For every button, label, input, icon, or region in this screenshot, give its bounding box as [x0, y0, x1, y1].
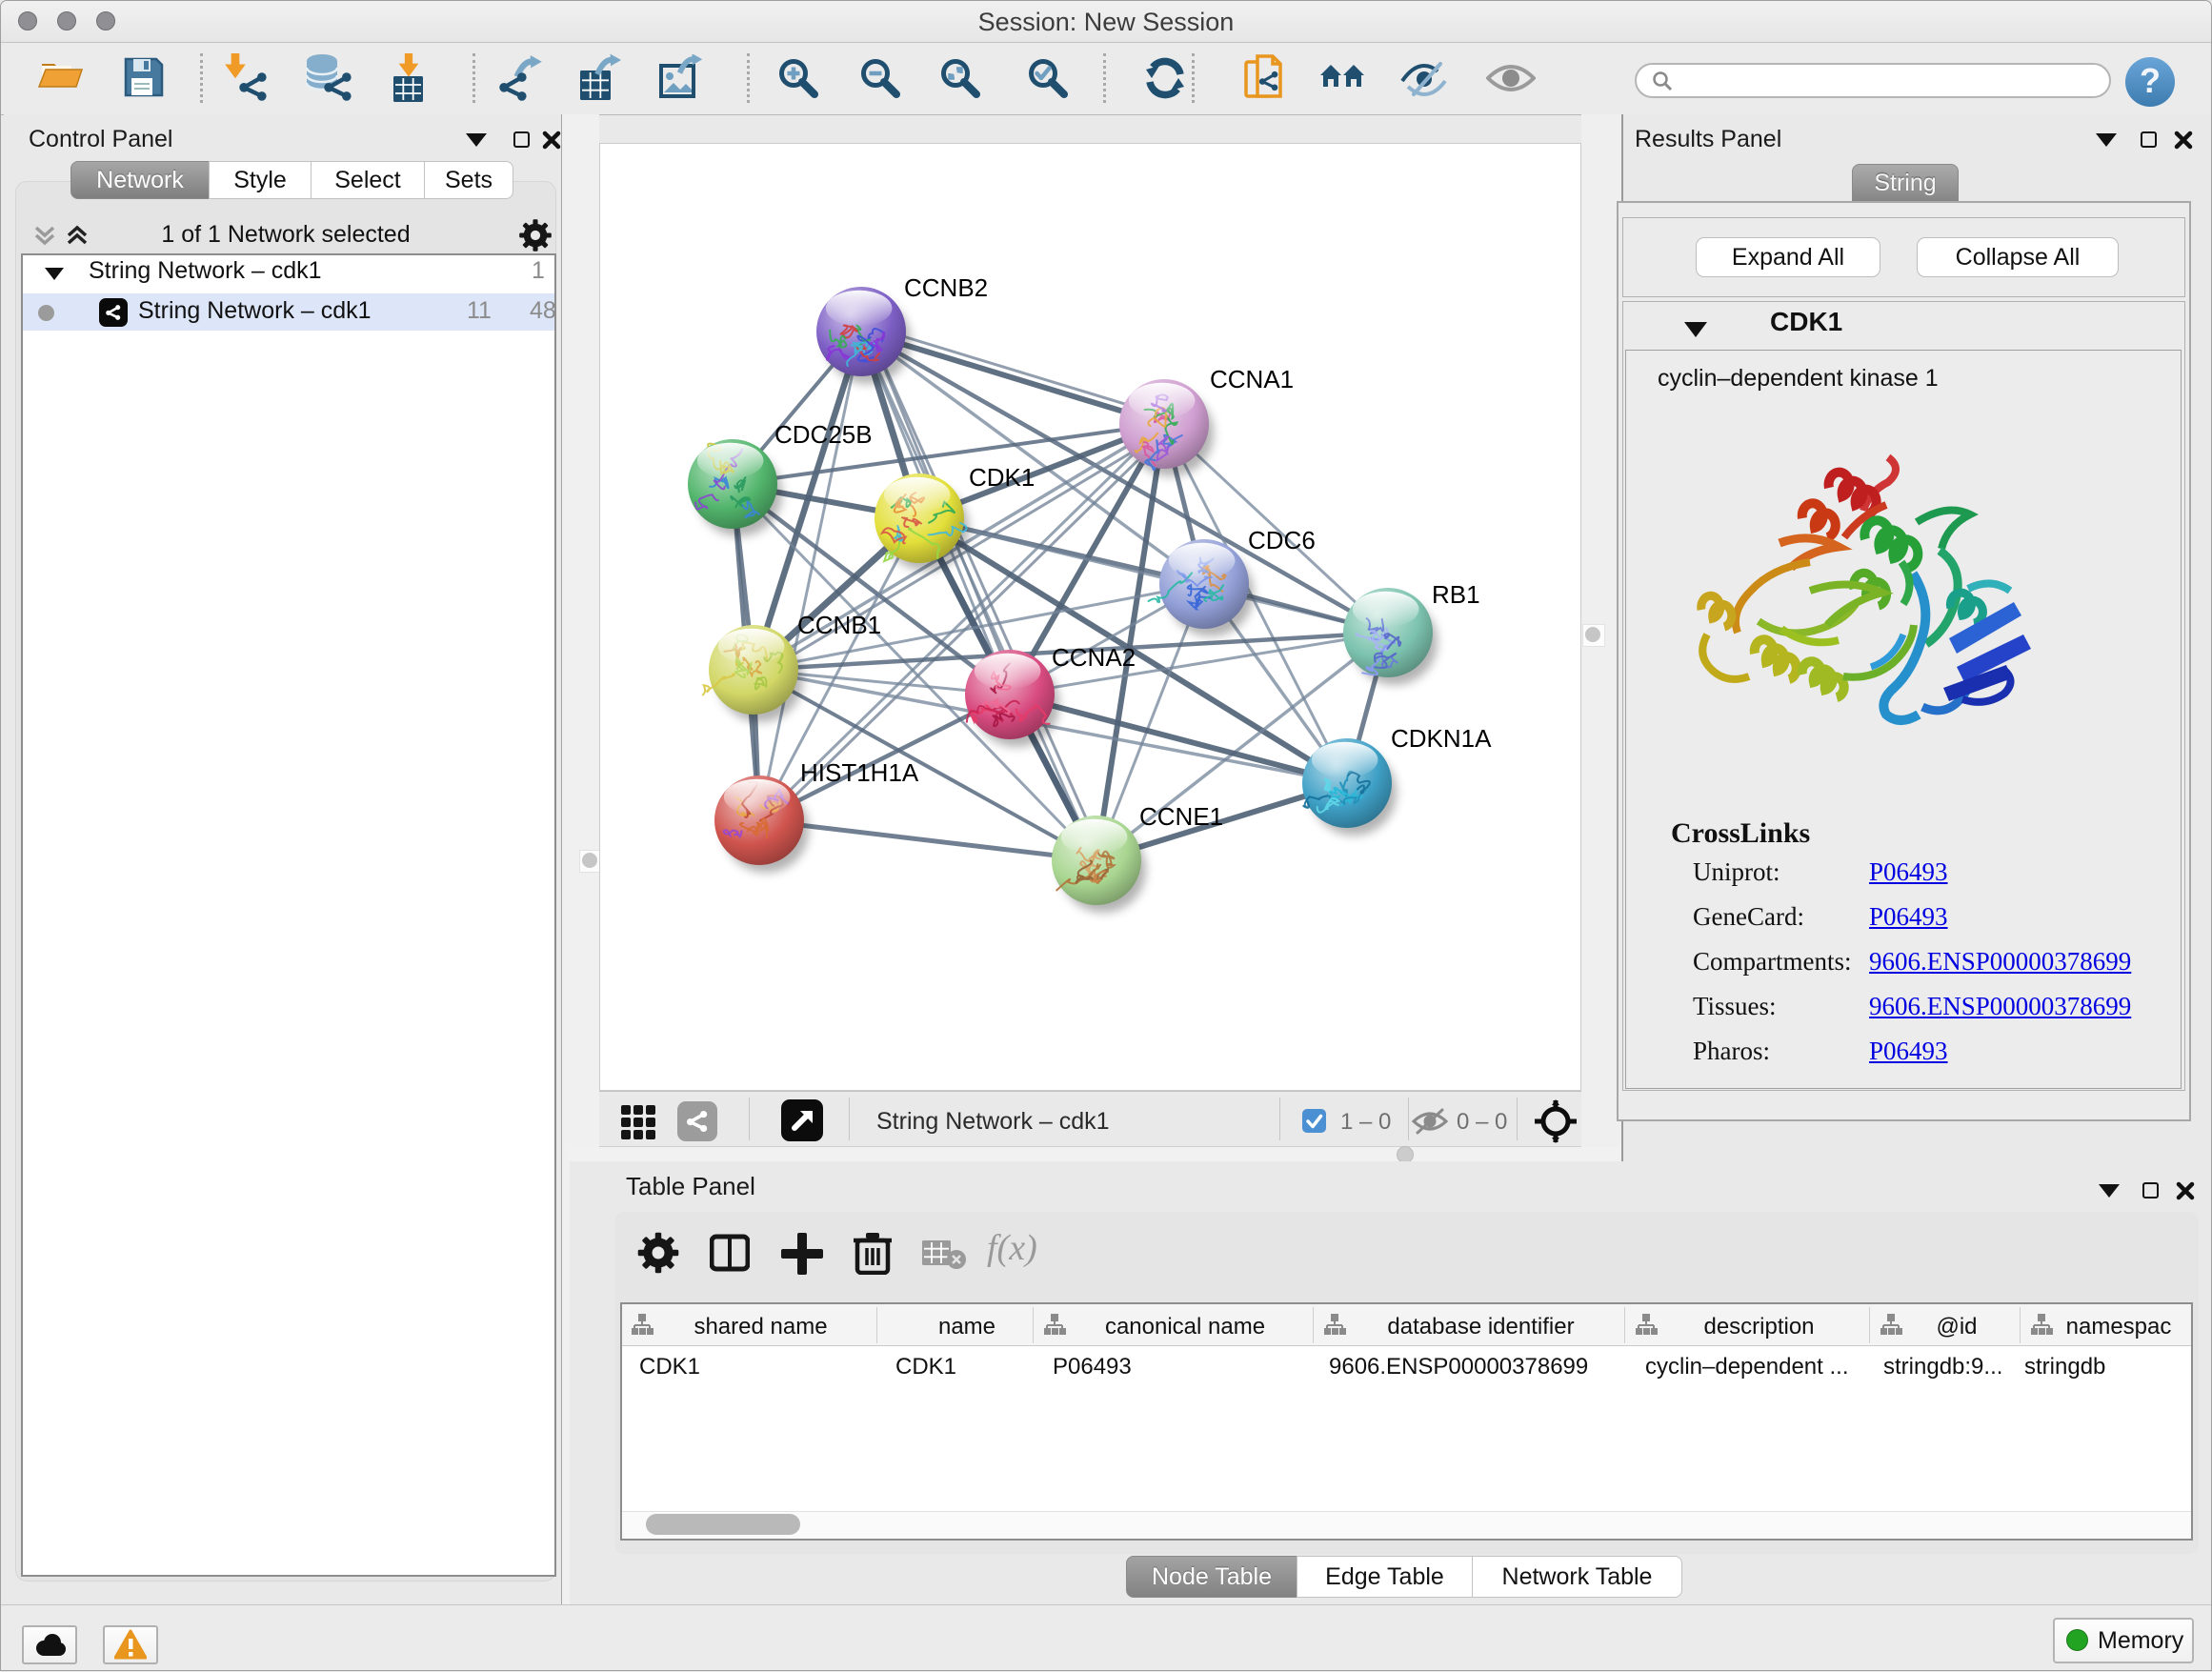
svg-text:HIST1H1A: HIST1H1A [800, 758, 919, 787]
svg-text:CDC25B: CDC25B [774, 420, 873, 449]
svg-text:CDK1: CDK1 [969, 463, 1035, 492]
svg-text:CCNA1: CCNA1 [1210, 365, 1294, 393]
svg-text:CDC6: CDC6 [1248, 526, 1316, 554]
svg-text:CDKN1A: CDKN1A [1391, 724, 1492, 753]
svg-text:CCNB1: CCNB1 [797, 611, 881, 639]
svg-text:CCNE1: CCNE1 [1139, 802, 1223, 831]
svg-text:CCNB2: CCNB2 [904, 273, 988, 302]
svg-text:CCNA2: CCNA2 [1052, 643, 1136, 672]
svg-text:RB1: RB1 [1432, 580, 1480, 609]
